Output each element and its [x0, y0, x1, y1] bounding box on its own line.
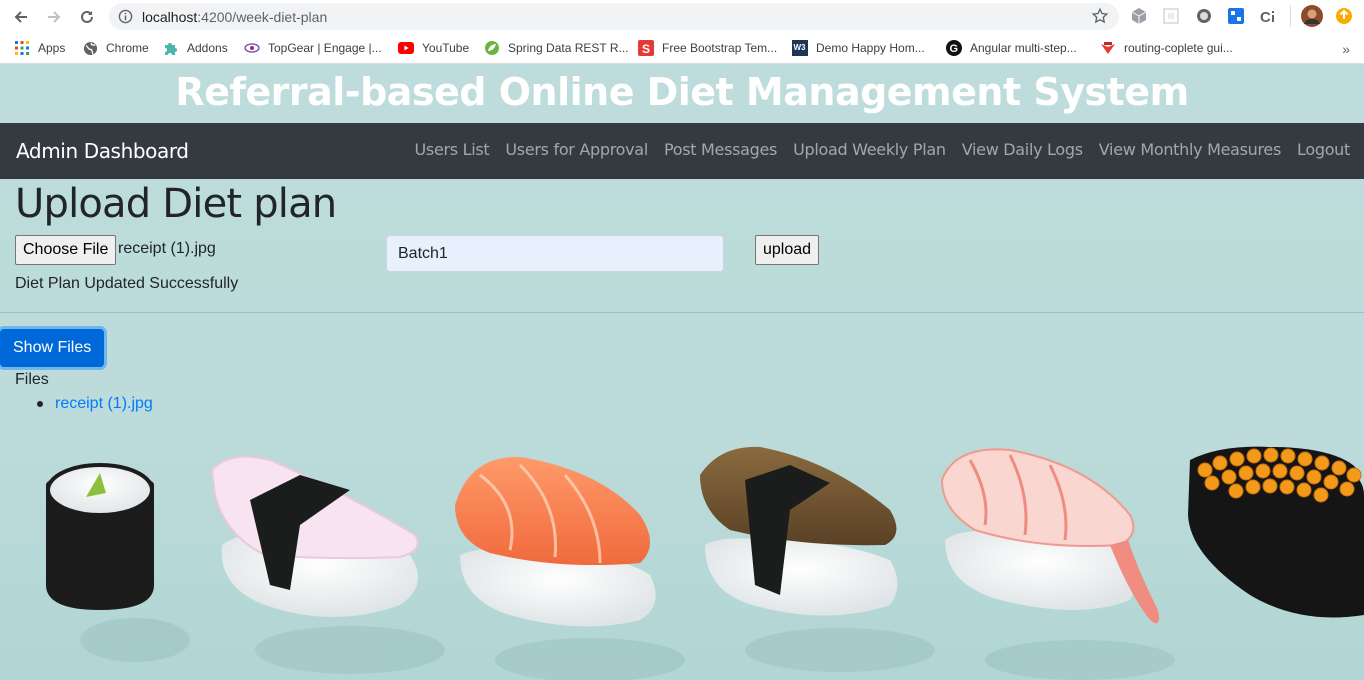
maki-roll-image	[46, 463, 154, 610]
batch-input[interactable]	[386, 235, 724, 272]
bookmark-star-icon[interactable]	[1091, 7, 1109, 25]
nav-users-list[interactable]: Users List	[415, 140, 490, 159]
svg-text:G: G	[950, 43, 959, 55]
nav-users-for-approval[interactable]: Users for Approval	[505, 140, 648, 159]
upload-status-message: Diet Plan Updated Successfully	[15, 275, 239, 292]
info-icon[interactable]	[118, 9, 133, 24]
choose-file-button[interactable]: Choose File	[15, 235, 117, 265]
sushi-illustration	[46, 446, 1364, 680]
w3schools-icon: W3	[792, 40, 808, 56]
file-link[interactable]: receipt (1).jpg	[55, 395, 153, 412]
bookmark-icon	[1100, 40, 1116, 56]
bookmark-bootstrap[interactable]: S Free Bootstrap Tem...	[638, 40, 777, 56]
bookmark-label: Spring Data REST R...	[508, 41, 629, 55]
nav-post-messages[interactable]: Post Messages	[664, 140, 777, 159]
bookmark-label: Addons	[187, 41, 228, 55]
bookmarks-more-button[interactable]: »	[1342, 41, 1350, 57]
bookmark-label: Demo Happy Hom...	[816, 41, 925, 55]
topgear-icon	[244, 40, 260, 56]
puzzle-icon	[163, 40, 179, 56]
toolbar-separator	[1290, 5, 1291, 27]
squid-nigiri-image	[210, 455, 419, 618]
eel-nigiri-image	[700, 446, 898, 616]
bookmark-spring[interactable]: Spring Data REST R...	[484, 40, 629, 56]
extension-blue-icon[interactable]	[1227, 7, 1245, 25]
nav-upload-weekly-plan[interactable]: Upload Weekly Plan	[793, 140, 946, 159]
salmon-nigiri-image	[455, 456, 656, 627]
shrimp-nigiri-image	[940, 448, 1159, 624]
nav-logout[interactable]: Logout	[1297, 140, 1350, 159]
nav-view-monthly-measures[interactable]: View Monthly Measures	[1099, 140, 1282, 159]
nav-view-daily-logs[interactable]: View Daily Logs	[962, 140, 1083, 159]
back-button[interactable]	[10, 6, 32, 28]
bookmark-youtube[interactable]: YouTube	[398, 40, 469, 56]
upload-button[interactable]: upload	[755, 235, 820, 265]
extension-page-icon[interactable]	[1162, 7, 1180, 25]
bookmark-label: TopGear | Engage |...	[268, 41, 382, 55]
divider	[0, 312, 1364, 313]
files-heading: Files	[15, 371, 49, 388]
bookmark-label: Free Bootstrap Tem...	[662, 41, 778, 55]
address-bar[interactable]: localhost:4200/week-diet-plan	[109, 3, 1119, 30]
svg-text:C: C	[1260, 9, 1271, 25]
url-host: localhost	[142, 9, 198, 25]
spring-icon	[484, 40, 500, 56]
bookmark-label: Angular multi-step...	[970, 41, 1077, 55]
banner-title: Referral-based Online Diet Management Sy…	[175, 70, 1189, 114]
svg-text:S: S	[642, 42, 650, 56]
back-arrow-icon	[14, 11, 27, 23]
navbar-brand[interactable]: Admin Dashboard	[16, 139, 189, 163]
bootstrap-s-icon: S	[638, 40, 654, 56]
bookmark-label: Apps	[38, 41, 66, 55]
bookmark-label: YouTube	[422, 41, 470, 55]
g-icon: G	[946, 40, 962, 56]
update-icon[interactable]	[1335, 7, 1353, 25]
browser-toolbar: localhost:4200/week-diet-plan C	[0, 0, 1364, 33]
url-text: localhost:4200/week-diet-plan	[142, 9, 327, 25]
reload-button[interactable]	[76, 6, 98, 28]
extension-ci-icon[interactable]: C	[1259, 7, 1277, 25]
youtube-icon	[398, 40, 414, 56]
bookmark-label: Chrome	[106, 41, 149, 55]
page: Referral-based Online Diet Management Sy…	[0, 65, 1364, 680]
bookmark-routing[interactable]: routing-coplete gui...	[1100, 40, 1233, 56]
svg-text:W3: W3	[794, 43, 807, 52]
file-list: receipt (1).jpg	[37, 395, 153, 413]
bookmark-apps[interactable]: Apps	[14, 40, 65, 56]
apps-grid-icon	[14, 40, 30, 56]
page-title: Upload Diet plan	[15, 181, 337, 227]
bookmark-demo-happy-home[interactable]: W3 Demo Happy Hom...	[792, 40, 925, 56]
url-path: :4200/week-diet-plan	[197, 9, 328, 25]
forward-button[interactable]	[43, 6, 65, 28]
forward-arrow-icon	[48, 11, 61, 23]
navbar: Admin Dashboard Users List Users for App…	[0, 123, 1364, 179]
bookmarks-bar: Apps Chrome Addons TopGear | Engage |...…	[0, 33, 1364, 64]
list-item: receipt (1).jpg	[37, 395, 153, 413]
profile-avatar-icon[interactable]	[1301, 5, 1323, 27]
banner: Referral-based Online Diet Management Sy…	[0, 65, 1364, 123]
bookmark-addons[interactable]: Addons	[163, 40, 228, 56]
bookmark-topgear[interactable]: TopGear | Engage |...	[244, 40, 382, 56]
chosen-file-name: receipt (1).jpg	[118, 240, 216, 257]
nav-links: Users List Users for Approval Post Messa…	[415, 140, 1351, 159]
extension-cube-icon[interactable]	[1130, 7, 1148, 25]
ikura-gunkan-image	[1188, 446, 1364, 618]
bookmark-chrome[interactable]: Chrome	[82, 40, 149, 56]
globe-icon	[82, 40, 98, 56]
bookmark-angular[interactable]: G Angular multi-step...	[946, 40, 1077, 56]
bookmark-label: routing-coplete gui...	[1124, 41, 1233, 55]
reload-icon	[81, 10, 93, 23]
show-files-button[interactable]: Show Files	[0, 329, 105, 367]
extension-circle-icon[interactable]	[1195, 7, 1213, 25]
